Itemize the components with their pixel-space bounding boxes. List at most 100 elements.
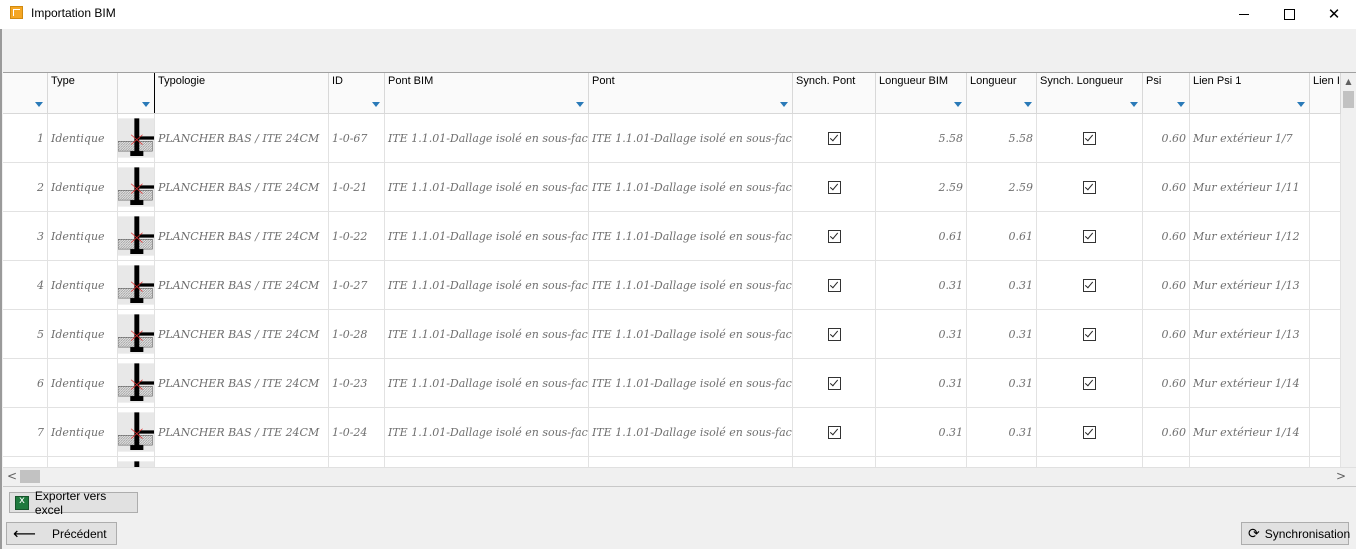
id-cell[interactable]: 1-0-21: [329, 163, 385, 211]
type-cell[interactable]: Identique: [48, 163, 118, 211]
lien-psi-1-cell[interactable]: Mur extérieur 1/11: [1190, 163, 1310, 211]
synch-pont-cell[interactable]: [793, 261, 876, 309]
pont-cell[interactable]: ITE 1.1.01-Dallage isolé en sous-face: [589, 359, 793, 407]
lien-psi-2-cell[interactable]: [1310, 114, 1341, 162]
filter-icon[interactable]: [954, 102, 962, 107]
lien-psi-2-cell[interactable]: [1310, 359, 1341, 407]
psi-cell[interactable]: 0.60: [1143, 261, 1190, 309]
synch-pont-cell[interactable]: [793, 163, 876, 211]
psi-cell[interactable]: 0.60: [1143, 408, 1190, 456]
psi-cell[interactable]: 0.60: [1143, 163, 1190, 211]
id-cell[interactable]: 1-0-23: [329, 359, 385, 407]
id-cell[interactable]: 1-0-28: [329, 310, 385, 358]
sync-button[interactable]: ⟳ Synchronisation: [1241, 522, 1350, 545]
table-row[interactable]: 1 Identique PLANCHER BAS / ITE 24CM 1-0-67 I…: [3, 114, 1356, 163]
typologie-cell[interactable]: PLANCHER BAS / ITE 24CM: [155, 114, 329, 162]
filter-icon[interactable]: [1024, 102, 1032, 107]
lien-psi-1-cell[interactable]: Mur extérieur 1/14: [1190, 408, 1310, 456]
filter-icon[interactable]: [1297, 102, 1305, 107]
row-number-cell[interactable]: 1: [3, 114, 48, 162]
synch-longueur-cell[interactable]: [1037, 212, 1143, 260]
longueur-cell[interactable]: 5.58: [967, 114, 1037, 162]
row-number-cell[interactable]: 7: [3, 408, 48, 456]
header-id[interactable]: ID: [329, 73, 385, 113]
longueur-cell[interactable]: 0.31: [967, 310, 1037, 358]
lien-psi-2-cell[interactable]: [1310, 310, 1341, 358]
id-cell[interactable]: 1-0-67: [329, 114, 385, 162]
checkbox[interactable]: [827, 131, 841, 145]
pont-cell[interactable]: ITE 1.1.01-Dallage isolé en sous-face: [589, 163, 793, 211]
header-psi[interactable]: Psi: [1143, 73, 1190, 113]
psi-cell[interactable]: 0.60: [1143, 212, 1190, 260]
lien-psi-1-cell[interactable]: Mur extérieur 1/13: [1190, 310, 1310, 358]
pont-bim-cell[interactable]: ITE 1.1.01-Dallage isolé en sous-face: [385, 261, 589, 309]
lien-psi-1-cell[interactable]: Mur extérieur 1/12: [1190, 212, 1310, 260]
longueur-cell[interactable]: 0.31: [967, 359, 1037, 407]
minimize-button[interactable]: [1221, 0, 1267, 29]
checkbox[interactable]: [1083, 327, 1096, 341]
header-pont[interactable]: Pont: [589, 73, 793, 113]
psi-cell[interactable]: 0.60: [1143, 114, 1190, 162]
id-cell[interactable]: 1-0-22: [329, 212, 385, 260]
id-cell[interactable]: 1-0-24: [329, 408, 385, 456]
table-row[interactable]: 3 Identique PLANCHER BAS / ITE 24CM 1-0-22 I…: [3, 212, 1356, 261]
longueur-bim-cell[interactable]: 0.31: [876, 359, 967, 407]
table-row[interactable]: 6 Identique PLANCHER BAS / ITE 24CM 1-0-23 I…: [3, 359, 1356, 408]
bim-import-grid[interactable]: Type Typologie ID Pont BIM Pont Synch. Pont Lo…: [3, 72, 1356, 468]
longueur-cell[interactable]: 0.31: [967, 408, 1037, 456]
table-row[interactable]: 5 Identique PLANCHER BAS / ITE 24CM 1-0-28 I…: [3, 310, 1356, 359]
table-row[interactable]: 4 Identique PLANCHER BAS / ITE 24CM 1-0-27 I…: [3, 261, 1356, 310]
filter-icon[interactable]: [1177, 102, 1185, 107]
longueur-bim-cell[interactable]: 0.31: [876, 310, 967, 358]
synch-longueur-cell[interactable]: [1037, 359, 1143, 407]
header-longueur[interactable]: Longueur: [967, 73, 1037, 113]
filter-icon[interactable]: [35, 102, 43, 107]
type-cell[interactable]: Identique: [48, 212, 118, 260]
scroll-right-icon[interactable]: >: [1336, 469, 1346, 483]
checkbox[interactable]: [827, 376, 841, 390]
longueur-cell[interactable]: 2.59: [967, 163, 1037, 211]
header-typologie[interactable]: Typologie: [155, 73, 329, 113]
header-synch-pont[interactable]: Synch. Pont: [793, 73, 876, 113]
row-number-cell[interactable]: 5: [3, 310, 48, 358]
maximize-button[interactable]: [1266, 0, 1312, 29]
scroll-up-icon[interactable]: ▲: [1341, 73, 1356, 90]
checkbox[interactable]: [827, 327, 841, 341]
filter-icon[interactable]: [576, 102, 584, 107]
lien-psi-1-cell[interactable]: Mur extérieur 1/14: [1190, 359, 1310, 407]
pont-bim-cell[interactable]: ITE 1.1.01-Dallage isolé en sous-face: [385, 163, 589, 211]
filter-icon[interactable]: [142, 102, 150, 107]
filter-icon[interactable]: [1130, 102, 1138, 107]
header-lien-psi-1[interactable]: Lien Psi 1: [1190, 73, 1310, 113]
pont-cell[interactable]: ITE 1.1.01-Dallage isolé en sous-face: [589, 261, 793, 309]
header-synch-longueur[interactable]: Synch. Longueur: [1037, 73, 1143, 113]
header-thumbnail[interactable]: [118, 73, 155, 113]
checkbox[interactable]: [1083, 278, 1096, 292]
synch-pont-cell[interactable]: [793, 359, 876, 407]
pont-bim-cell[interactable]: ITE 1.1.01-Dallage isolé en sous-face: [385, 359, 589, 407]
checkbox[interactable]: [1083, 376, 1096, 390]
previous-button[interactable]: ⟵ Précédent: [6, 522, 117, 545]
pont-cell[interactable]: ITE 1.1.01-Dallage isolé en sous-face: [589, 408, 793, 456]
checkbox[interactable]: [827, 180, 841, 194]
typologie-cell[interactable]: PLANCHER BAS / ITE 24CM: [155, 408, 329, 456]
checkbox[interactable]: [1083, 229, 1096, 243]
header-lien-psi-2[interactable]: Lien I: [1310, 73, 1341, 113]
longueur-cell[interactable]: 0.31: [967, 261, 1037, 309]
row-number-cell[interactable]: 4: [3, 261, 48, 309]
pont-bim-cell[interactable]: ITE 1.1.01-Dallage isolé en sous-face: [385, 212, 589, 260]
lien-psi-2-cell[interactable]: [1310, 163, 1341, 211]
checkbox[interactable]: [827, 278, 841, 292]
pont-bim-cell[interactable]: ITE 1.1.01-Dallage isolé en sous-face: [385, 408, 589, 456]
pont-bim-cell[interactable]: ITE 1.1.01-Dallage isolé en sous-face: [385, 310, 589, 358]
horizontal-scrollbar[interactable]: < >: [3, 467, 1356, 485]
typologie-cell[interactable]: PLANCHER BAS / ITE 24CM: [155, 212, 329, 260]
table-row[interactable]: 7 Identique PLANCHER BAS / ITE 24CM 1-0-24 I…: [3, 408, 1356, 457]
checkbox[interactable]: [827, 425, 841, 439]
psi-cell[interactable]: 0.60: [1143, 310, 1190, 358]
typologie-cell[interactable]: PLANCHER BAS / ITE 24CM: [155, 163, 329, 211]
header-type[interactable]: Type: [48, 73, 118, 113]
longueur-bim-cell[interactable]: 0.61: [876, 212, 967, 260]
lien-psi-1-cell[interactable]: Mur extérieur 1/7: [1190, 114, 1310, 162]
checkbox[interactable]: [1083, 425, 1096, 439]
